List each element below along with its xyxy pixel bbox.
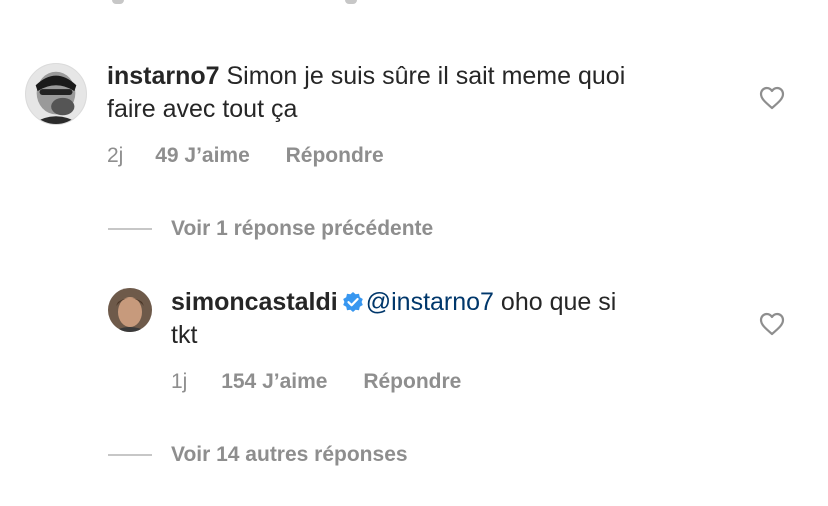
comment-username[interactable]: instarno7 bbox=[107, 62, 220, 90]
reply-button[interactable]: Répondre bbox=[363, 369, 461, 395]
comment-meta: 2j 49 J’aime Répondre bbox=[107, 143, 384, 169]
comment-time: 2j bbox=[107, 144, 124, 167]
reply-likes[interactable]: 154 J’aime bbox=[221, 369, 327, 395]
comment-body-line2: faire avec tout ça bbox=[107, 95, 298, 123]
reply-meta: 1j 154 J’aime Répondre bbox=[171, 369, 461, 395]
thread-line bbox=[108, 454, 152, 456]
reply-body-line2: tkt bbox=[171, 321, 198, 349]
view-previous-replies-button[interactable]: Voir 1 réponse précédente bbox=[171, 216, 433, 242]
comment-likes[interactable]: 49 J’aime bbox=[155, 143, 250, 169]
clipped-glyph bbox=[345, 0, 357, 4]
clipped-glyph bbox=[112, 0, 124, 4]
avatar-image bbox=[26, 64, 86, 124]
avatar-simoncastaldi[interactable] bbox=[108, 288, 152, 332]
avatar-instarno7[interactable] bbox=[25, 63, 87, 125]
verified-badge-icon bbox=[342, 289, 364, 312]
reply-body-line1: oho que si bbox=[493, 288, 617, 316]
like-button[interactable] bbox=[759, 86, 785, 110]
like-button[interactable] bbox=[759, 312, 785, 336]
heart-outline-icon bbox=[759, 312, 785, 336]
heart-outline-icon bbox=[759, 86, 785, 110]
reply-text: simoncastaldi @instarno7 oho que si tkt bbox=[171, 286, 731, 352]
view-more-replies-button[interactable]: Voir 14 autres réponses bbox=[171, 442, 408, 468]
reply-username[interactable]: simoncastaldi bbox=[171, 288, 338, 316]
comment-text: instarno7 Simon je suis sûre il sait mem… bbox=[107, 60, 727, 126]
thread-line bbox=[108, 228, 152, 230]
reply-button[interactable]: Répondre bbox=[286, 143, 384, 169]
reply-time: 1j bbox=[171, 370, 188, 393]
previous-comment-clipped bbox=[0, 0, 828, 6]
avatar-image bbox=[108, 288, 152, 332]
reply-mention[interactable]: @instarno7 bbox=[366, 288, 494, 316]
comment-body-line1: Simon je suis sûre il sait meme quoi bbox=[219, 62, 626, 90]
